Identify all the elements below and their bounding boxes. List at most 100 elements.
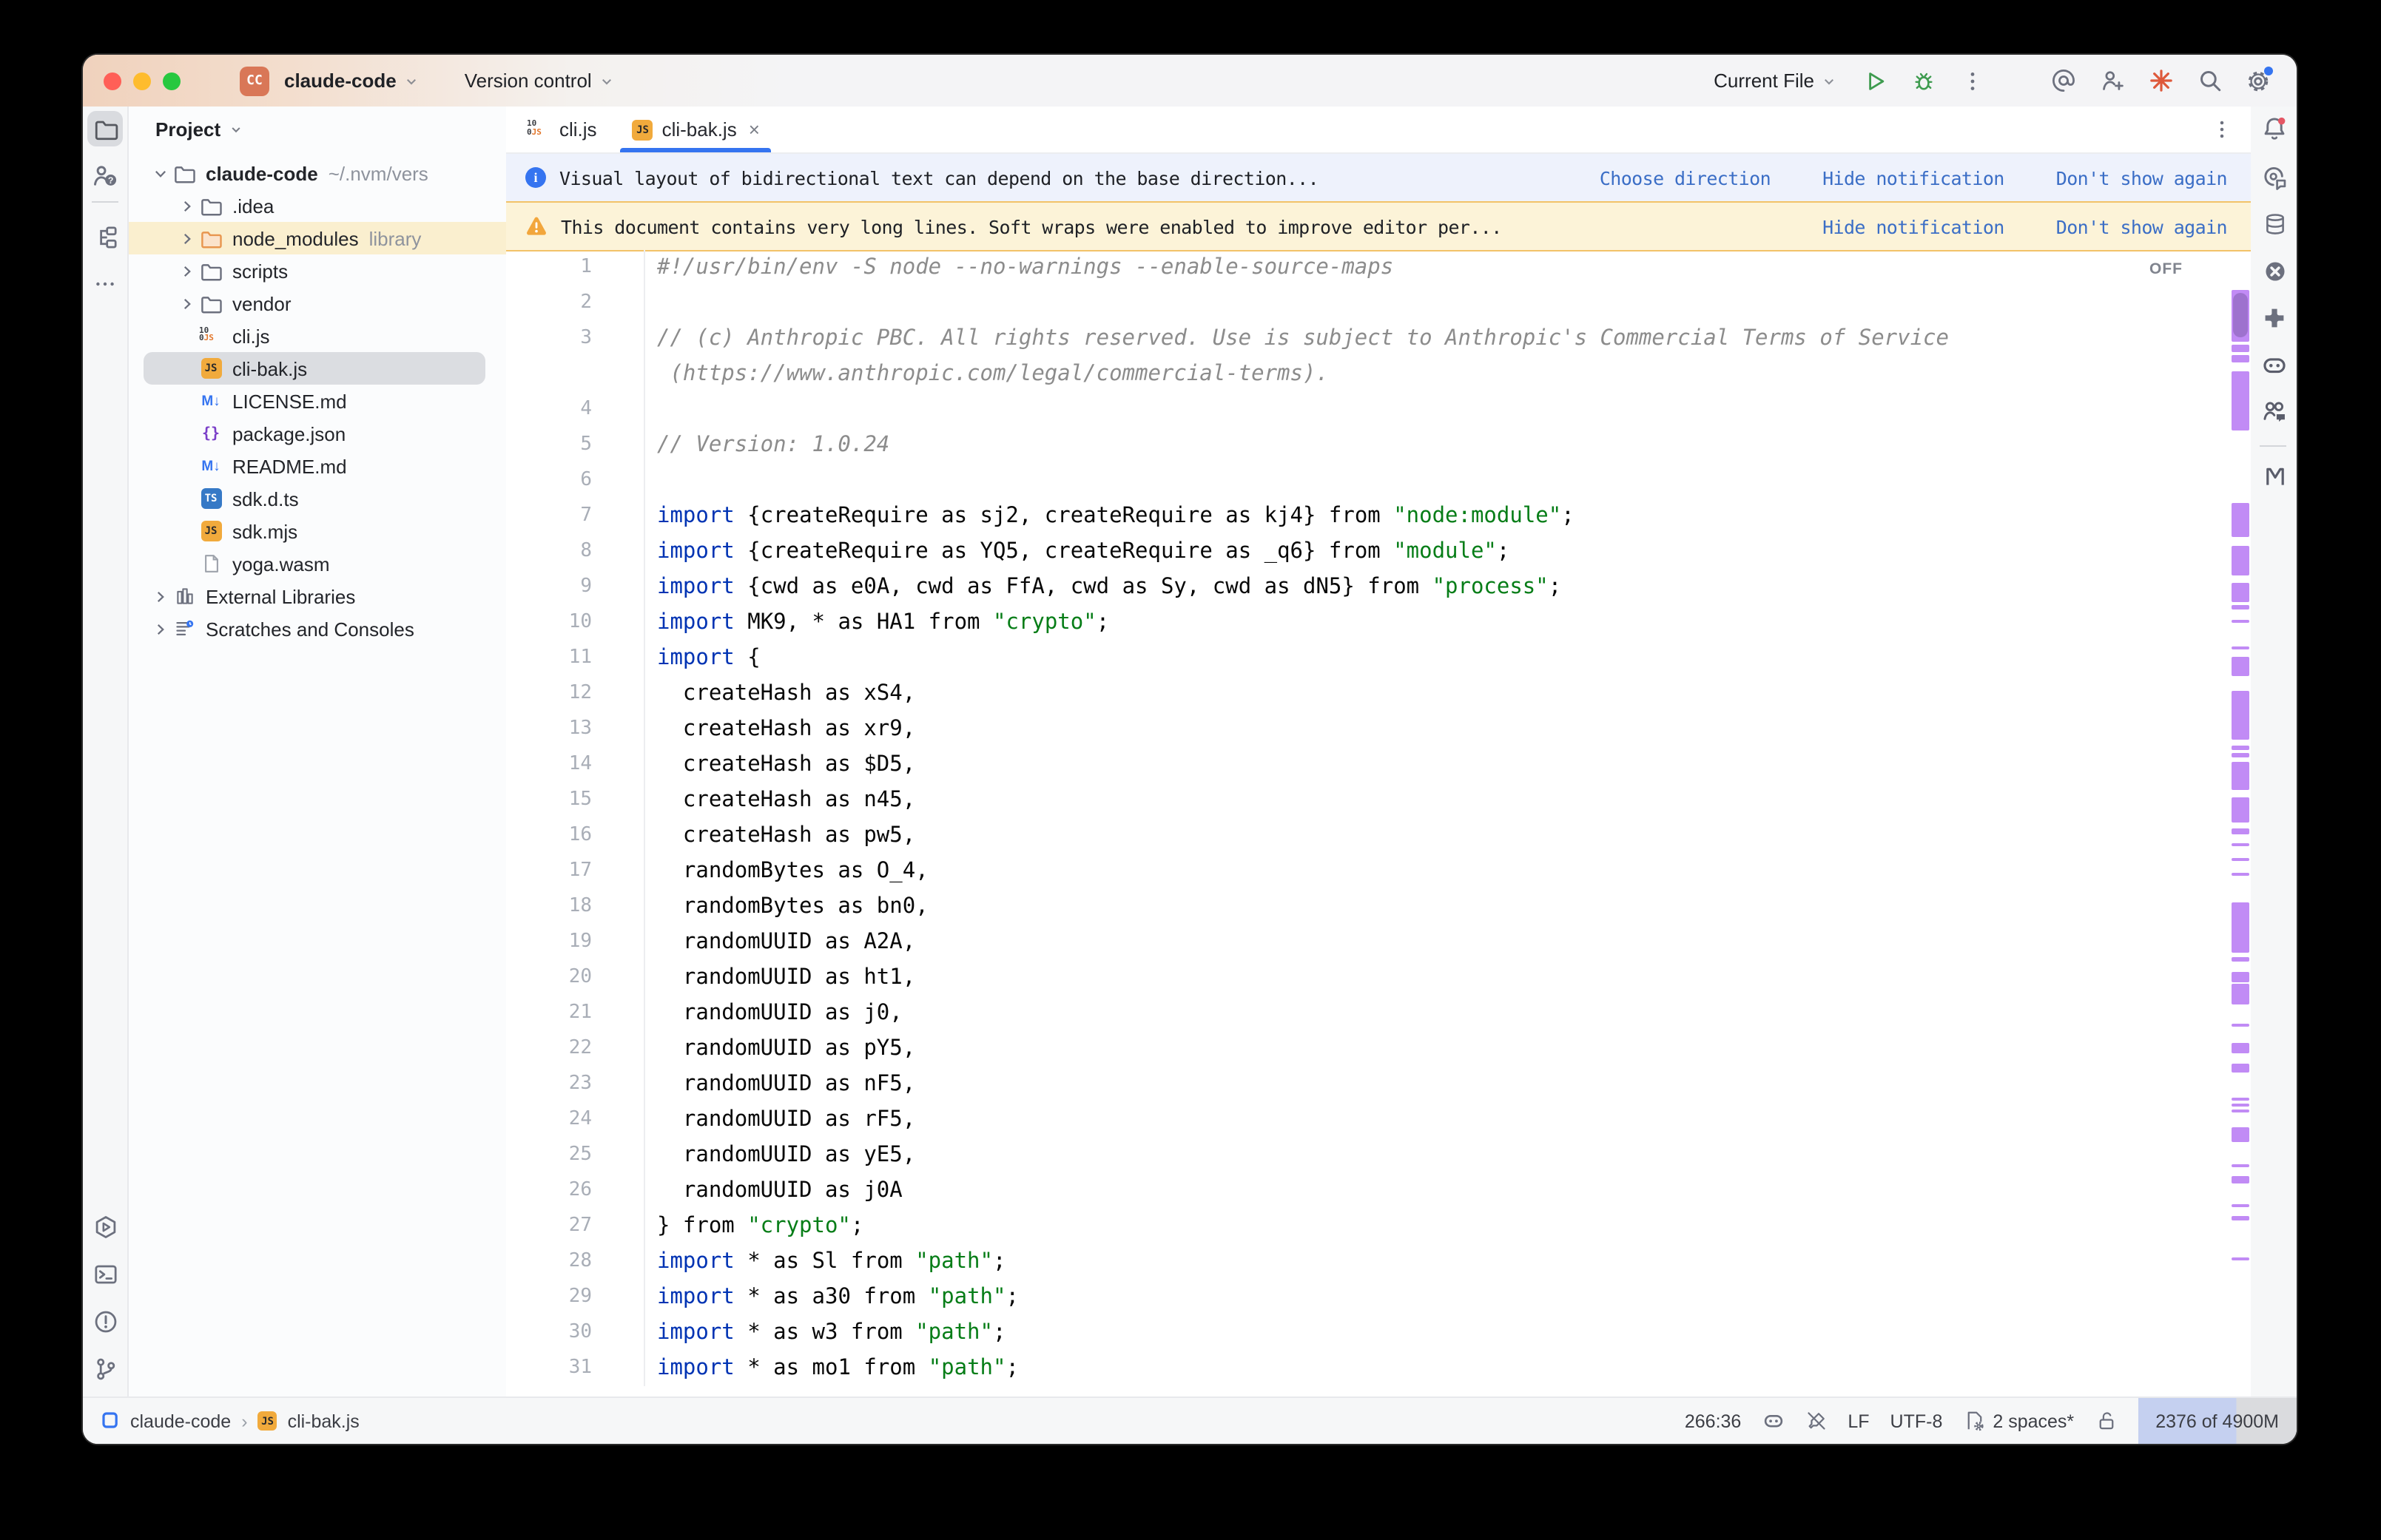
run-configuration-selector[interactable]: Current File [1714, 70, 1838, 92]
code-line[interactable]: 22 randomUUID as pY5, [506, 1031, 2230, 1067]
memory-indicator[interactable]: 2376 of 4900M [2138, 1398, 2297, 1444]
tree-row-sdk-mjs[interactable]: JSsdk.mjs [129, 515, 506, 547]
plugin-starburst-button[interactable] [2146, 66, 2175, 95]
chevron-right-icon[interactable] [177, 294, 196, 313]
chevron-right-icon[interactable] [150, 619, 169, 638]
m-plugin-tool-button[interactable] [2257, 459, 2292, 494]
code-line[interactable]: 1#!/usr/bin/env -S node --no-warnings --… [506, 250, 2230, 286]
dont-show-again-link[interactable]: Don't show again [2056, 166, 2227, 189]
code-line[interactable]: 28import * as Sl from "path"; [506, 1244, 2230, 1280]
code-lines[interactable]: 1#!/usr/bin/env -S node --no-warnings --… [506, 250, 2230, 1386]
choose-direction-link[interactable]: Choose direction [1600, 166, 1771, 189]
debug-button[interactable] [1909, 66, 1939, 95]
search-everywhere-button[interactable] [2195, 66, 2224, 95]
chevron-right-icon[interactable] [177, 229, 196, 248]
dependencies-tool-button[interactable] [2257, 300, 2292, 336]
code-line[interactable]: 5// Version: 1.0.24 [506, 428, 2230, 463]
tree-row-vendor[interactable]: vendor [129, 287, 506, 320]
database-tool-button[interactable] [2257, 206, 2292, 241]
settings-button[interactable] [2243, 66, 2273, 95]
tree-row-scratches-and-consoles[interactable]: Scratches and Consoles [129, 612, 506, 645]
code-line[interactable]: 29import * as a30 from "path"; [506, 1280, 2230, 1315]
encoding-widget[interactable]: UTF-8 [1890, 1411, 1943, 1431]
tree-row-sdk-d-ts[interactable]: TSsdk.d.ts [129, 482, 506, 515]
chevron-right-icon[interactable] [177, 261, 196, 280]
tree-row-license-md[interactable]: M↓LICENSE.md [129, 385, 506, 417]
tree-row-readme-md[interactable]: M↓README.md [129, 450, 506, 482]
dont-show-again-link[interactable]: Don't show again [2056, 215, 2227, 237]
tree-row-external-libraries[interactable]: External Libraries [129, 580, 506, 612]
indent-widget[interactable]: 2 spaces* [1963, 1410, 2074, 1432]
code-line[interactable]: 24 randomUUID as rF5, [506, 1102, 2230, 1138]
line-separator-widget[interactable]: LF [1848, 1411, 1869, 1431]
code-line[interactable]: 6 [506, 463, 2230, 499]
minimize-window-button[interactable] [133, 72, 151, 90]
run-button[interactable] [1860, 66, 1890, 95]
file-lock-button[interactable] [2095, 1410, 2117, 1432]
code-line[interactable]: 8import {createRequire as YQ5, createReq… [506, 534, 2230, 570]
code-line[interactable]: 17 randomBytes as O_4, [506, 854, 2230, 889]
code-line[interactable]: 7import {createRequire as sj2, createReq… [506, 499, 2230, 534]
project-widget[interactable]: claude-code [284, 70, 420, 92]
git-tool-button[interactable] [87, 1351, 123, 1386]
code-line[interactable]: 2 [506, 286, 2230, 321]
code-line[interactable]: 9import {cwd as e0A, cwd as FfA, cwd as … [506, 570, 2230, 605]
tree-row-yoga-wasm[interactable]: yoga.wasm [129, 547, 506, 580]
chevron-right-icon[interactable] [150, 587, 169, 606]
tree-row-cli-bak-js[interactable]: JScli-bak.js [129, 352, 506, 385]
code-line[interactable]: 18 randomBytes as bn0, [506, 889, 2230, 925]
code-line[interactable]: 23 randomUUID as nF5, [506, 1067, 2230, 1102]
tab-cli-bak-js[interactable]: JS cli-bak.js × [618, 107, 775, 152]
tree-row-node-modules[interactable]: node_moduleslibrary [129, 222, 506, 254]
code-line[interactable]: 31import * as mo1 from "path"; [506, 1351, 2230, 1386]
breadcrumb-file[interactable]: cli-bak.js [288, 1411, 360, 1431]
breadcrumb-project[interactable]: claude-code [130, 1411, 231, 1431]
code-line[interactable]: 12 createHash as xS4, [506, 676, 2230, 712]
code-line[interactable]: 16 createHash as pw5, [506, 818, 2230, 854]
structure-tool-button[interactable] [87, 219, 123, 254]
tree-row-cli-js[interactable]: 100JScli.js [129, 320, 506, 352]
project-tool-button[interactable] [87, 111, 123, 146]
code-line[interactable]: 26 randomUUID as j0A [506, 1173, 2230, 1209]
tree-row-package-json[interactable]: {}package.json [129, 417, 506, 450]
caret-position-widget[interactable]: 266:36 [1685, 1411, 1741, 1431]
chevron-right-icon[interactable] [177, 196, 196, 215]
close-window-button[interactable] [104, 72, 121, 90]
tree-row-scripts[interactable]: scripts [129, 254, 506, 287]
code-line[interactable]: 25 randomUUID as yE5, [506, 1138, 2230, 1173]
tab-cli-js[interactable]: 100JS cli.js [512, 107, 612, 152]
chevron-down-icon[interactable] [150, 163, 169, 183]
more-actions-button[interactable] [1958, 66, 1987, 95]
project-panel-header[interactable]: Project [129, 107, 506, 152]
hide-notification-link[interactable]: Hide notification [1822, 215, 2004, 237]
editor-scrollbar[interactable] [2230, 107, 2251, 1398]
vcs-widget[interactable]: Version control [465, 70, 616, 92]
code-with-me-tool-button[interactable] [2257, 394, 2292, 429]
tree-row--idea[interactable]: .idea [129, 189, 506, 222]
notifications-button[interactable] [2257, 111, 2292, 146]
copilot-tool-button[interactable] [2257, 348, 2292, 383]
code-line[interactable]: 3// (c) Anthropic PBC. All rights reserv… [506, 321, 2230, 357]
code-line[interactable]: 14 createHash as $D5, [506, 747, 2230, 783]
hide-notification-link[interactable]: Hide notification [1822, 166, 2004, 189]
tree-row-claude-code[interactable]: claude-code~/.nvm/vers [129, 157, 506, 189]
terminal-tool-button[interactable] [87, 1256, 123, 1291]
more-tool-windows-button[interactable] [87, 266, 123, 302]
copilot-status-button[interactable] [1762, 1410, 1784, 1432]
code-line[interactable]: 15 createHash as n45, [506, 783, 2230, 818]
commit-help-tool-button[interactable]: ? [87, 158, 123, 194]
code-line[interactable]: 19 randomUUID as A2A, [506, 925, 2230, 960]
code-line[interactable]: 4 [506, 392, 2230, 428]
code-line[interactable]: (https://www.anthropic.com/legal/commerc… [506, 357, 2230, 392]
code-line[interactable]: 10import MK9, * as HA1 from "crypto"; [506, 605, 2230, 641]
code-line[interactable]: 30import * as w3 from "path"; [506, 1315, 2230, 1351]
code-line[interactable]: 27} from "crypto"; [506, 1209, 2230, 1244]
add-user-button[interactable] [2097, 66, 2126, 95]
ai-chat-tool-button[interactable] [2257, 160, 2292, 195]
problems-tool-button[interactable] [87, 1303, 123, 1339]
code-line[interactable]: 13 createHash as xr9, [506, 712, 2230, 747]
ai-assistant-button[interactable] [2048, 66, 2078, 95]
x-plugin-tool-button[interactable] [2257, 253, 2292, 288]
zoom-window-button[interactable] [163, 72, 181, 90]
highlighting-level-button[interactable] [1805, 1410, 1827, 1432]
